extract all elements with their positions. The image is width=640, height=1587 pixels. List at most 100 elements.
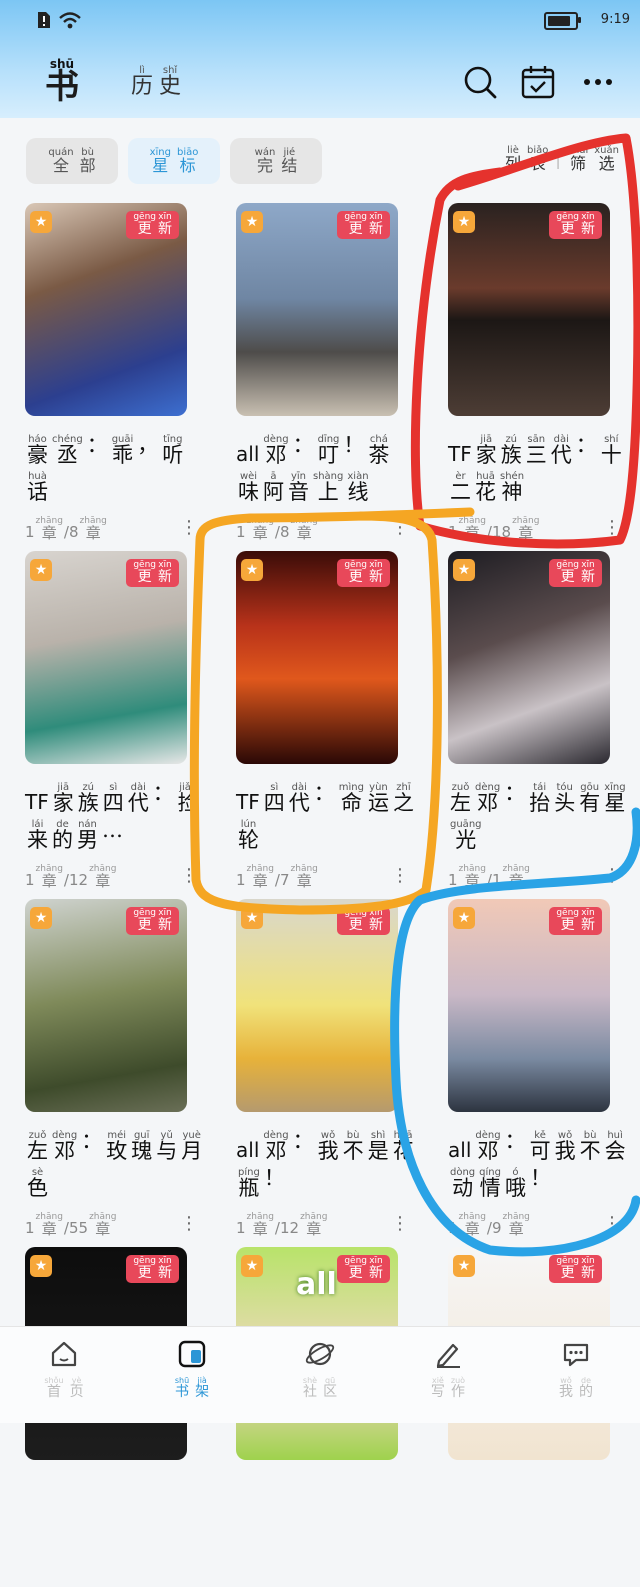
book-card[interactable]: ★ gēng 更 xīn 新 all dèng 邓： wǒ 我 bù 不 shì 是 huā 花 píng 瓶！ 1… xyxy=(226,899,426,1239)
book-cover[interactable]: ★ gēng 更 xīn 新 xyxy=(25,203,187,416)
star-icon: ★ xyxy=(30,907,52,929)
filter-finished[interactable]: wán 完 jié 结 xyxy=(230,138,322,184)
update-badge: gēng 更 xīn 新 xyxy=(337,211,390,239)
title-char: jiā 家 xyxy=(53,783,74,814)
chapter-unit: zhāng 章 xyxy=(503,1213,530,1237)
book-card[interactable]: ★ gēng 更 xīn 新 TF jiā 家 zú 族 sì 四 dài 代： jiǎn 捡 lái 来 de 的 n… xyxy=(15,551,215,891)
book-cover[interactable]: ★ gēng 更 xīn 新 xyxy=(448,551,610,764)
search-icon xyxy=(464,66,497,99)
book-more-icon[interactable]: ⋮ xyxy=(603,517,621,538)
nav-me[interactable]: wǒ 我 de 的 xyxy=(526,1339,626,1399)
char: 更 xyxy=(137,569,152,585)
title-char: kě 可 xyxy=(530,1131,551,1162)
tab-history[interactable]: lì 历 shǐ 史 xyxy=(128,66,184,98)
char: 章 xyxy=(306,1220,322,1238)
book-card[interactable]: ★ gēng 更 xīn 新 all dèng 邓： kě 可 wǒ 我 bù 不 huì 会 dòng 动 qín… xyxy=(438,899,638,1239)
book-cover[interactable]: ★ gēng 更 xīn 新 xyxy=(25,899,187,1112)
book-card[interactable]: ★ gēng 更 xīn 新 TF sì 四 dài 代： mìng 命 yùn 运 zhī 之 lún 轮 1 zh… xyxy=(226,551,426,891)
chip-char: biāo 标 xyxy=(177,148,198,174)
char: 头 xyxy=(554,791,576,815)
char: 家 xyxy=(475,443,497,467)
checkin-button[interactable] xyxy=(518,62,558,102)
book-title: zuǒ 左 dèng 邓： tái 抬 tóu 头 gōu 有 xīng 星 guāng 光 xyxy=(448,783,628,851)
char: 代 xyxy=(127,791,149,815)
char: 更 xyxy=(137,1265,152,1281)
char: 男 xyxy=(77,828,98,852)
filter-starred[interactable]: xīng 星 biāo 标 xyxy=(128,138,220,184)
book-title: TF jiā 家 zú 族 sì 四 dài 代： jiǎn 捡 lái 来 de 的 nán 男… xyxy=(25,783,205,851)
book-more-icon[interactable]: ⋮ xyxy=(603,1213,621,1234)
title-char: ： xyxy=(314,783,335,814)
char: 色 xyxy=(27,1176,48,1200)
book-cover[interactable]: ★ gēng 更 xīn 新 xyxy=(448,203,610,416)
more-button[interactable] xyxy=(578,62,618,102)
filter-button[interactable]: shāi 筛 xuǎn 选 xyxy=(565,146,622,172)
nav-char: zuò 作 xyxy=(451,1377,465,1400)
badge-char: gēng 更 xyxy=(344,213,367,237)
badge-char: gēng 更 xyxy=(133,561,156,585)
title-char: píng 瓶 xyxy=(238,1168,260,1199)
title-char: guāng 光 xyxy=(450,820,482,851)
char: 我 xyxy=(317,1139,339,1163)
char: 会 xyxy=(604,1139,626,1163)
book-more-icon[interactable]: ⋮ xyxy=(180,517,198,538)
book-cover[interactable]: ★ gēng 更 xīn 新 xyxy=(236,551,398,764)
nav-bookshelf[interactable]: shū 书 jià 架 xyxy=(142,1339,242,1399)
book-card[interactable]: ★ gēng 更 xīn 新 zuǒ 左 dèng 邓： tái 抬 tóu 头 gōu 有 xīng 星 guā… xyxy=(438,551,638,891)
chapter-progress: 1 zhāng 章/18 zhāng 章 xyxy=(448,517,540,542)
char: 完 xyxy=(256,156,273,175)
filter-all[interactable]: quán 全 bù 部 xyxy=(26,138,118,184)
book-more-icon[interactable]: ⋮ xyxy=(391,517,409,538)
chapter-unit: zhāng 章 xyxy=(36,517,63,541)
title-char: sì 四 xyxy=(103,783,124,814)
chapter-unit: zhāng 章 xyxy=(512,517,539,541)
char: 听 xyxy=(162,443,184,467)
char: 新 xyxy=(369,917,383,933)
book-card[interactable]: ★ gēng 更 xīn 新 háo 豪 chéng 丞： guāi 乖， tīng 听 huà 话 1 zhā… xyxy=(15,203,215,543)
book-more-icon[interactable]: ⋮ xyxy=(391,865,409,886)
nav-write[interactable]: xiě 写 zuò 作 xyxy=(398,1339,498,1399)
title-char: wèi 味 xyxy=(238,472,259,503)
title-char: yīn 音 xyxy=(288,472,309,503)
app-logo: shū 书 xyxy=(45,58,79,104)
char: 章 xyxy=(508,1220,524,1238)
title-char: tīng 听 xyxy=(162,435,183,466)
char: 章 xyxy=(518,524,534,542)
char: 族 xyxy=(500,443,522,467)
book-more-icon[interactable]: ⋮ xyxy=(180,1213,198,1234)
book-card[interactable]: ★ gēng 更 xīn 新 TF jiā 家 zú 族 sān 三 dài 代： shí 十 èr 二 huā 花 s… xyxy=(438,203,638,543)
book-more-icon[interactable]: ⋮ xyxy=(180,865,198,886)
nav-label: shǒu 首 yè 页 xyxy=(41,1377,86,1400)
search-button[interactable] xyxy=(460,62,500,102)
title-char: dèng 邓 xyxy=(52,1131,77,1162)
title-char: zuǒ 左 xyxy=(450,783,471,814)
char: 不 xyxy=(342,1139,364,1163)
list-view-toggle[interactable]: liè 列 biǎo 表 xyxy=(502,146,551,172)
char: 神 xyxy=(501,480,523,504)
char: 章 xyxy=(41,524,57,542)
char: ！ xyxy=(529,1166,551,1190)
chapters-total: 1 xyxy=(491,871,502,889)
nav-home[interactable]: shǒu 首 yè 页 xyxy=(14,1339,114,1399)
book-cover[interactable]: ★ gēng 更 xīn 新 xyxy=(448,899,610,1112)
book-more-icon[interactable]: ⋮ xyxy=(391,1213,409,1234)
char: 写 xyxy=(430,1384,445,1400)
title-prefix: TF xyxy=(236,790,260,814)
char: 区 xyxy=(323,1384,338,1400)
char: 上 xyxy=(317,480,339,504)
title-char: dèng 邓 xyxy=(263,1131,288,1162)
book-cover[interactable]: ★ gēng 更 xīn 新 xyxy=(236,203,398,416)
nav-char: shǒu 首 xyxy=(44,1377,63,1400)
title-char: ： xyxy=(505,1131,526,1162)
book-more-icon[interactable]: ⋮ xyxy=(603,865,621,886)
book-card[interactable]: ★ gēng 更 xīn 新 zuǒ 左 dèng 邓： méi 玫 guī 瑰 yǔ 与 yuè 月 sè 色 1 z… xyxy=(15,899,215,1239)
title-char: xiàn 线 xyxy=(347,472,368,503)
book-cover[interactable]: ★ gēng 更 xīn 新 xyxy=(236,899,398,1112)
book-cover[interactable]: ★ gēng 更 xīn 新 xyxy=(25,551,187,764)
title-char: ： xyxy=(87,435,108,466)
char: 标 xyxy=(179,156,196,175)
nav-community[interactable]: shè 社 qū 区 xyxy=(270,1339,370,1399)
book-card[interactable]: ★ gēng 更 xīn 新 all dèng 邓： dīng 叮！ chá 茶 wèi 味 ā 阿 yīn 音 s… xyxy=(226,203,426,543)
title-char: dīng 叮 xyxy=(318,435,340,466)
char: 章 xyxy=(464,1220,480,1238)
